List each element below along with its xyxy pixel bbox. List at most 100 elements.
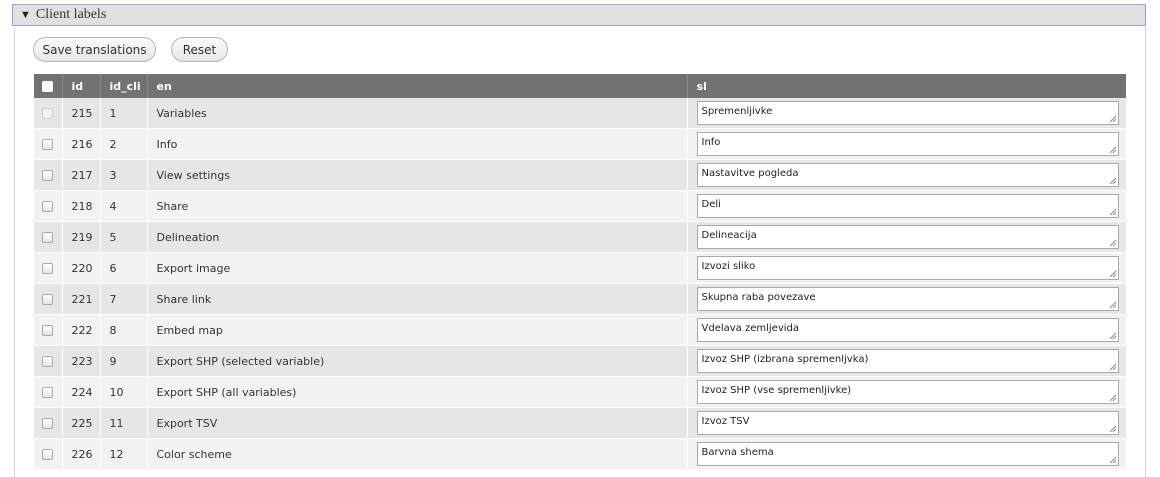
sl-translation-textarea[interactable]: Izvoz SHP (vse spremenljivke): [696, 380, 1119, 404]
cell-sl: Nastavitve pogleda: [687, 159, 1126, 191]
sl-translation-textarea[interactable]: Izvozi sliko: [696, 256, 1119, 280]
row-checkbox-cell[interactable]: [34, 221, 63, 253]
row-checkbox-cell[interactable]: [34, 283, 63, 315]
sl-translation-textarea[interactable]: Spremenljivke: [696, 101, 1119, 125]
resize-grip-icon[interactable]: [1109, 239, 1117, 247]
cell-en: Color scheme: [147, 438, 688, 470]
resize-grip-icon[interactable]: [1109, 115, 1117, 123]
sl-translation-textarea[interactable]: Deli: [696, 194, 1119, 218]
resize-grip-icon[interactable]: [1109, 301, 1117, 309]
table-row: 220 6 Export image Izvozi sliko: [34, 252, 1126, 284]
resize-grip-icon[interactable]: [1109, 425, 1117, 433]
sl-translation-value: Izvoz SHP (izbrana spremenljvka): [701, 354, 869, 365]
section-title: Client labels: [35, 7, 107, 22]
sl-translation-value: Izvozi sliko: [701, 261, 756, 272]
sl-translation-textarea[interactable]: Vdelava zemljevida: [696, 318, 1119, 342]
column-header-id[interactable]: id: [62, 74, 101, 98]
sl-translation-textarea[interactable]: Izvoz SHP (izbrana spremenljvka): [696, 349, 1119, 373]
row-checkbox-cell[interactable]: [34, 98, 63, 129]
sl-translation-textarea[interactable]: Barvna shema: [696, 442, 1119, 466]
cell-id: 222: [62, 314, 101, 346]
row-checkbox-cell[interactable]: [34, 376, 63, 408]
resize-grip-icon[interactable]: [1109, 394, 1117, 402]
column-header-en[interactable]: en: [147, 74, 688, 98]
row-checkbox[interactable]: [42, 263, 54, 274]
cell-id: 219: [62, 221, 101, 253]
sl-translation-value: Izvoz SHP (vse spremenljivke): [701, 385, 852, 396]
resize-grip-icon[interactable]: [1109, 456, 1117, 464]
column-header-id-cli[interactable]: id_cli: [100, 74, 148, 98]
cell-sl: Izvoz TSV: [687, 407, 1126, 439]
row-checkbox-cell[interactable]: [34, 190, 63, 222]
row-checkbox[interactable]: [42, 418, 54, 429]
cell-sl: Deli: [687, 190, 1126, 222]
row-checkbox-cell[interactable]: [34, 407, 63, 439]
section-header-client-labels[interactable]: ▼ Client labels: [12, 4, 1146, 26]
table-row: 222 8 Embed map Vdelava zemljevida: [34, 314, 1126, 346]
cell-id: 217: [62, 159, 101, 191]
sl-translation-value: Nastavitve pogleda: [701, 168, 799, 179]
cell-id: 221: [62, 283, 101, 315]
cell-en: View settings: [147, 159, 688, 191]
row-checkbox-cell[interactable]: [34, 252, 63, 284]
cell-sl: Barvna shema: [687, 438, 1126, 470]
save-translations-button[interactable]: Save translations: [33, 37, 156, 62]
resize-grip-icon[interactable]: [1109, 177, 1117, 185]
table-row: 217 3 View settings Nastavitve pogleda: [34, 159, 1126, 191]
table-row: 218 4 Share Deli: [34, 190, 1126, 222]
cell-id: 220: [62, 252, 101, 284]
row-checkbox[interactable]: [42, 449, 54, 460]
reset-button[interactable]: Reset: [171, 37, 228, 62]
resize-grip-icon[interactable]: [1109, 332, 1117, 340]
cell-id: 224: [62, 376, 101, 408]
sl-translation-textarea[interactable]: Delineacija: [696, 225, 1119, 249]
row-checkbox[interactable]: [42, 325, 54, 336]
cell-id-cli: 1: [100, 98, 148, 129]
sl-translation-textarea[interactable]: Izvoz TSV: [696, 411, 1119, 435]
sl-translation-textarea[interactable]: Nastavitve pogleda: [696, 163, 1119, 187]
cell-id-cli: 5: [100, 221, 148, 253]
resize-grip-icon[interactable]: [1109, 208, 1117, 216]
cell-id-cli: 7: [100, 283, 148, 315]
cell-en: Variables: [147, 98, 688, 129]
sl-translation-value: Vdelava zemljevida: [701, 323, 800, 334]
select-all-checkbox[interactable]: [42, 81, 54, 92]
row-checkbox-cell[interactable]: [34, 128, 63, 160]
row-checkbox[interactable]: [42, 232, 54, 243]
row-checkbox[interactable]: [42, 294, 54, 305]
row-checkbox-cell[interactable]: [34, 438, 63, 470]
table-row: 223 9 Export SHP (selected variable) Izvoz …: [34, 345, 1126, 377]
cell-id-cli: 4: [100, 190, 148, 222]
sl-translation-value: Spremenljivke: [701, 106, 773, 117]
row-checkbox[interactable]: [42, 356, 54, 367]
cell-sl: Izvozi sliko: [687, 252, 1126, 284]
row-checkbox-cell[interactable]: [34, 345, 63, 377]
row-checkbox[interactable]: [42, 387, 54, 398]
column-header-sl[interactable]: sl: [687, 74, 1126, 98]
sl-translation-value: Info: [701, 137, 721, 148]
cell-id: 226: [62, 438, 101, 470]
table-row: 215 1 Variables Spremenljivke: [34, 98, 1126, 129]
resize-grip-icon[interactable]: [1109, 363, 1117, 371]
row-checkbox[interactable]: [42, 139, 54, 150]
sl-translation-textarea[interactable]: Skupna raba povezave: [696, 287, 1119, 311]
row-checkbox[interactable]: [42, 108, 54, 119]
row-checkbox[interactable]: [42, 201, 54, 212]
resize-grip-icon[interactable]: [1109, 146, 1117, 154]
cell-sl: Info: [687, 128, 1126, 160]
cell-id-cli: 2: [100, 128, 148, 160]
table-row: 216 2 Info Info: [34, 128, 1126, 160]
cell-id-cli: 12: [100, 438, 148, 470]
translations-table: id id_cli en sl 215 1 Variables Spremenljiv…: [34, 74, 1126, 470]
cell-sl: Skupna raba povezave: [687, 283, 1126, 315]
row-checkbox-cell[interactable]: [34, 314, 63, 346]
table-row: 226 12 Color scheme Barvna shema: [34, 438, 1126, 470]
sl-translation-textarea[interactable]: Info: [696, 132, 1119, 156]
triangle-down-icon[interactable]: ▼: [20, 9, 31, 21]
resize-grip-icon[interactable]: [1109, 270, 1117, 278]
row-checkbox[interactable]: [42, 170, 54, 181]
select-all-checkbox-cell[interactable]: [34, 74, 63, 98]
cell-id-cli: 3: [100, 159, 148, 191]
cell-id: 216: [62, 128, 101, 160]
row-checkbox-cell[interactable]: [34, 159, 63, 191]
